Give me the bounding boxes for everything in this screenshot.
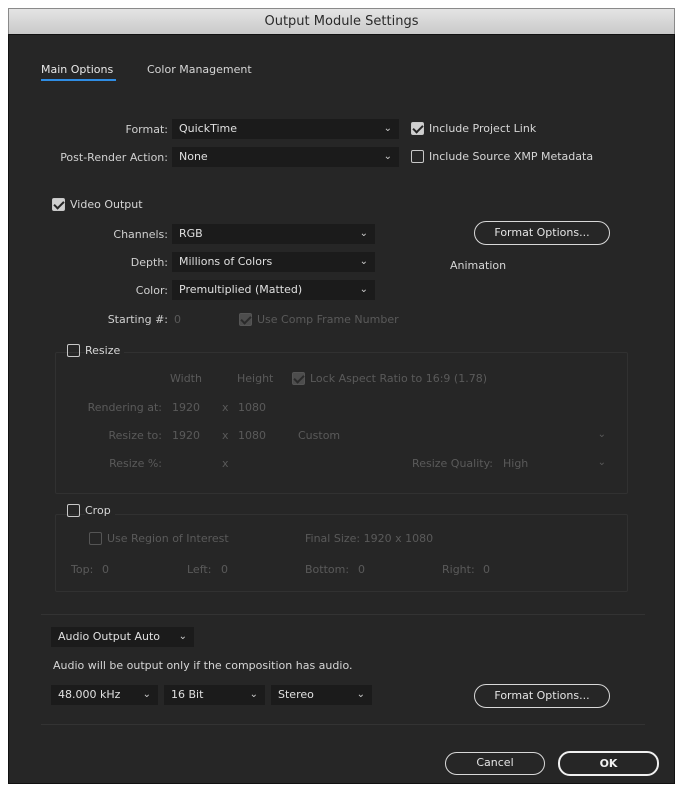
resize-preset-dropdown[interactable]: Custom ⌄ — [298, 429, 610, 442]
title-bar: Output Module Settings — [8, 8, 675, 34]
audio-output-dropdown[interactable]: Audio Output Auto ⌄ — [51, 627, 194, 647]
rendering-width: 1920 — [172, 401, 200, 414]
use-roi-label: Use Region of Interest — [107, 532, 229, 545]
resize-quality-value: High — [503, 457, 529, 470]
active-tab-indicator — [41, 79, 116, 81]
resize-to-x: x — [222, 429, 229, 442]
resize-quality-label: Resize Quality: — [412, 457, 493, 470]
format-value: QuickTime — [179, 122, 238, 135]
chevron-down-icon: ⌄ — [597, 429, 606, 440]
crop-right-value[interactable]: 0 — [483, 563, 490, 576]
audio-note: Audio will be output only if the composi… — [53, 659, 353, 672]
resize-to-width[interactable]: 1920 — [172, 429, 200, 442]
color-value: Premultiplied (Matted) — [179, 283, 303, 296]
chevron-down-icon: ⌄ — [597, 457, 606, 468]
starting-frame-value: 0 — [174, 313, 181, 326]
resize-quality-dropdown[interactable]: High ⌄ — [503, 457, 610, 470]
audio-rate-dropdown[interactable]: 48.000 kHz ⌄ — [51, 685, 158, 705]
rendering-x: x — [222, 401, 229, 414]
height-header: Height — [237, 372, 274, 385]
video-output-checkbox[interactable] — [52, 198, 65, 211]
crop-right-label: Right: — [442, 563, 475, 576]
crop-bottom-value[interactable]: 0 — [358, 563, 365, 576]
chevron-down-icon: ⌄ — [178, 631, 187, 642]
depth-dropdown[interactable]: Millions of Colors ⌄ — [172, 252, 375, 272]
audio-channels-value: Stereo — [278, 688, 314, 701]
width-header: Width — [170, 372, 202, 385]
crop-label: Crop — [85, 504, 115, 517]
chevron-down-icon: ⌄ — [383, 123, 392, 134]
color-dropdown[interactable]: Premultiplied (Matted) ⌄ — [172, 280, 375, 300]
color-label: Color: — [135, 284, 168, 297]
cancel-button[interactable]: Cancel — [445, 752, 545, 775]
chevron-down-icon: ⌄ — [383, 151, 392, 162]
rendering-at-label: Rendering at: — [87, 401, 162, 414]
audio-bits-dropdown[interactable]: 16 Bit ⌄ — [164, 685, 265, 705]
starting-frame-label: Starting #: — [107, 313, 168, 326]
section-divider — [41, 614, 645, 615]
tab-main-options[interactable]: Main Options — [41, 63, 113, 76]
include-xmp-label: Include Source XMP Metadata — [429, 150, 594, 163]
channels-value: RGB — [179, 227, 203, 240]
crop-left-value[interactable]: 0 — [221, 563, 228, 576]
chevron-down-icon: ⌄ — [359, 256, 368, 267]
audio-format-options-button[interactable]: Format Options... — [474, 684, 610, 708]
resize-checkbox[interactable] — [67, 344, 80, 357]
chevron-down-icon: ⌄ — [356, 689, 365, 700]
format-label: Format: — [125, 123, 168, 136]
resize-pct-x: x — [222, 457, 229, 470]
channels-label: Channels: — [113, 228, 168, 241]
use-comp-frame-checkbox[interactable] — [239, 313, 252, 326]
dialog-body: Main Options Color Management Format: Qu… — [8, 34, 675, 784]
resize-pct-label: Resize %: — [109, 457, 162, 470]
include-xmp-checkbox[interactable] — [411, 150, 424, 163]
post-render-label: Post-Render Action: — [60, 151, 168, 164]
resize-preset-value: Custom — [298, 429, 341, 442]
crop-group — [55, 514, 628, 592]
post-render-dropdown[interactable]: None ⌄ — [172, 147, 399, 167]
use-roi-checkbox[interactable] — [89, 532, 102, 545]
lock-aspect-checkbox[interactable] — [292, 372, 305, 385]
footer-divider — [41, 724, 645, 725]
chevron-down-icon: ⌄ — [249, 689, 258, 700]
include-project-link-checkbox[interactable] — [411, 122, 424, 135]
channels-dropdown[interactable]: RGB ⌄ — [172, 224, 375, 244]
resize-to-label: Resize to: — [108, 429, 163, 442]
tab-color-management[interactable]: Color Management — [147, 63, 252, 76]
window-title: Output Module Settings — [264, 14, 419, 29]
codec-label: Animation — [450, 259, 507, 272]
lock-aspect-label: Lock Aspect Ratio to 16:9 (1.78) — [310, 372, 487, 385]
use-comp-frame-label: Use Comp Frame Number — [257, 313, 399, 326]
crop-top-label: Top: — [71, 563, 94, 576]
video-output-label: Video Output — [70, 198, 143, 211]
format-dropdown[interactable]: QuickTime ⌄ — [172, 119, 399, 139]
depth-label: Depth: — [130, 256, 168, 269]
crop-bottom-label: Bottom: — [305, 563, 350, 576]
include-project-link-label: Include Project Link — [429, 122, 537, 135]
final-size-label: Final Size: 1920 x 1080 — [305, 532, 434, 545]
resize-to-height[interactable]: 1080 — [238, 429, 266, 442]
crop-checkbox[interactable] — [67, 504, 80, 517]
audio-bits-value: 16 Bit — [171, 688, 204, 701]
post-render-value: None — [179, 150, 208, 163]
chevron-down-icon: ⌄ — [359, 284, 368, 295]
crop-left-label: Left: — [187, 563, 212, 576]
depth-value: Millions of Colors — [179, 255, 273, 268]
audio-output-value: Audio Output Auto — [58, 630, 161, 643]
crop-top-value[interactable]: 0 — [102, 563, 109, 576]
video-format-options-button[interactable]: Format Options... — [474, 221, 610, 245]
chevron-down-icon: ⌄ — [359, 228, 368, 239]
chevron-down-icon: ⌄ — [142, 689, 151, 700]
rendering-height: 1080 — [238, 401, 266, 414]
ok-button[interactable]: OK — [558, 751, 659, 776]
audio-channels-dropdown[interactable]: Stereo ⌄ — [271, 685, 372, 705]
resize-label: Resize — [85, 344, 125, 357]
audio-rate-value: 48.000 kHz — [58, 688, 121, 701]
